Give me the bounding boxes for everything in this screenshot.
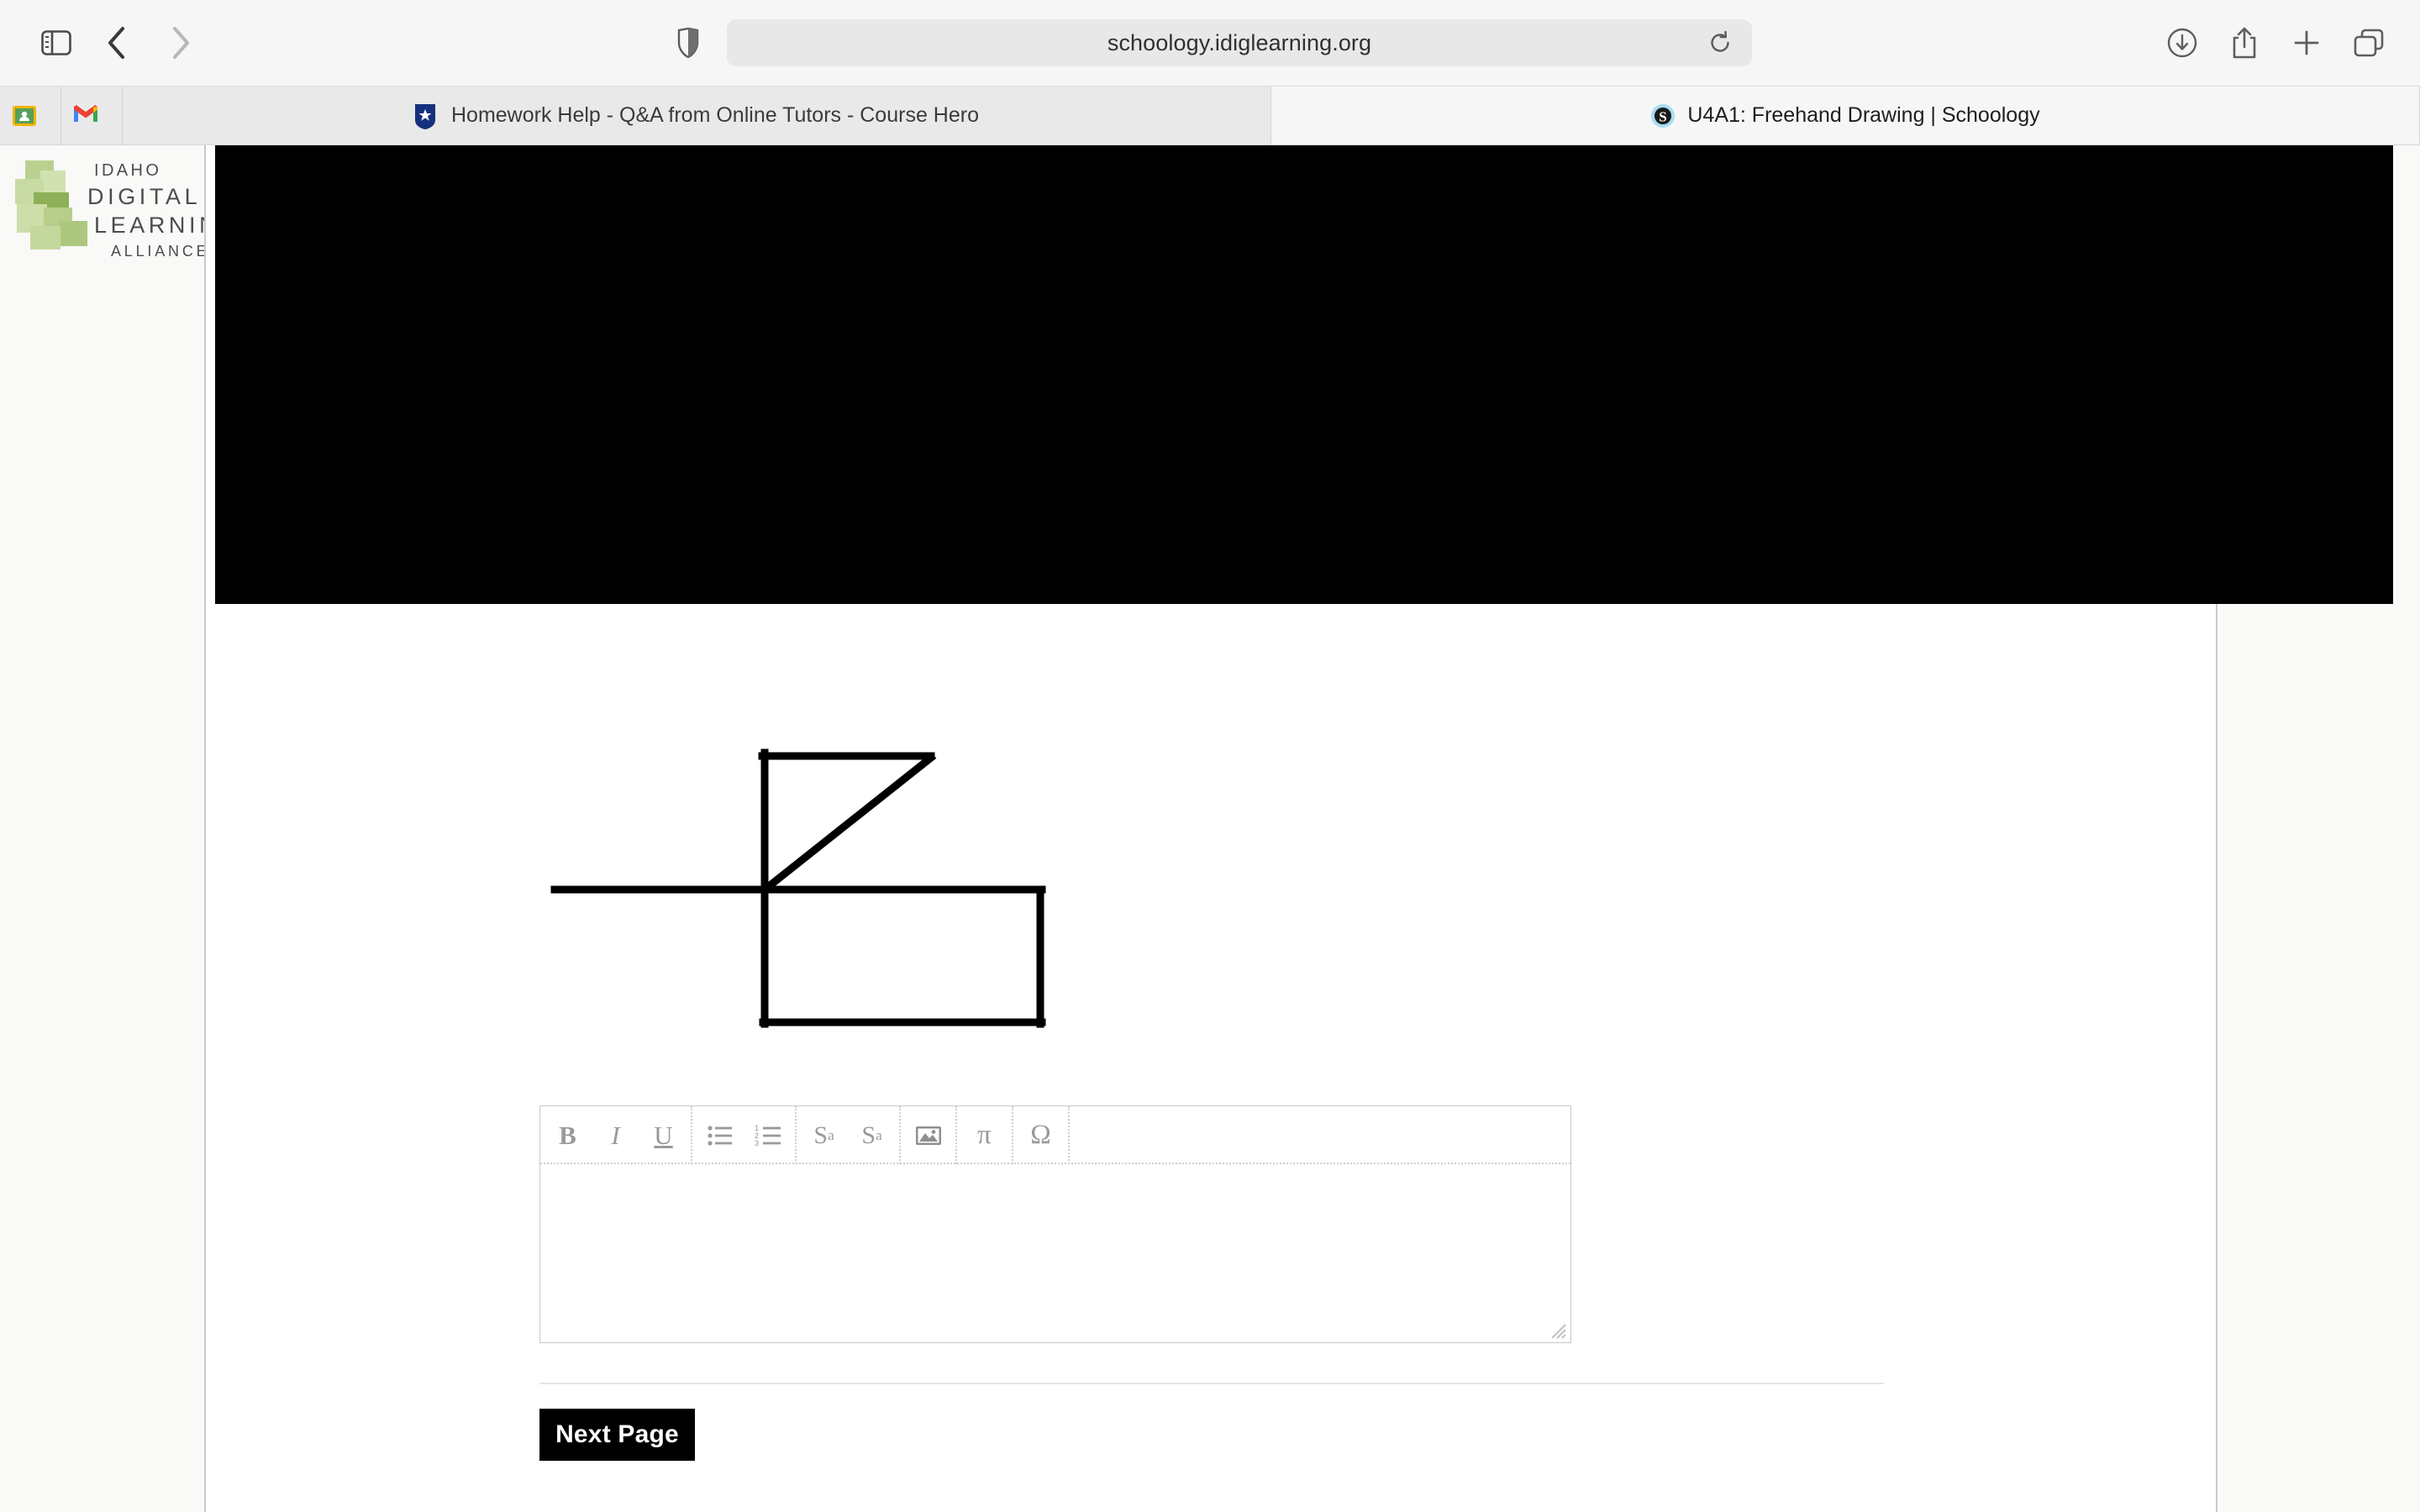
italic-button[interactable]: I: [592, 1107, 639, 1164]
forward-button-icon[interactable]: [151, 17, 210, 69]
svg-text:S: S: [1660, 108, 1667, 124]
bold-button[interactable]: B: [544, 1107, 592, 1164]
tab-label: Homework Help - Q&A from Online Tutors -…: [451, 103, 979, 127]
resize-grip-icon[interactable]: [1547, 1320, 1567, 1340]
tab-label: U4A1: Freehand Drawing | Schoology: [1687, 103, 2040, 127]
insert-image-button[interactable]: [904, 1107, 952, 1164]
page-viewport: IDAHO DIGITAL LEARNING ALLIANCE B I U 1 …: [0, 145, 2420, 1512]
black-occluded-region: [215, 145, 2393, 604]
editor-text-area[interactable]: [539, 1164, 1571, 1343]
insert-equation-button[interactable]: π: [960, 1107, 1008, 1164]
tab-gmail[interactable]: [61, 87, 123, 144]
tab-course-hero[interactable]: Homework Help - Q&A from Online Tutors -…: [123, 87, 1271, 144]
toolbar-right-group: [2156, 17, 2395, 69]
special-character-group: Ω: [1013, 1106, 1070, 1164]
tab-google-classroom[interactable]: [0, 87, 61, 144]
privacy-shield-icon[interactable]: [668, 23, 708, 63]
browser-chrome: schoology.idiglearning.org Homework Help…: [0, 0, 2420, 145]
downloads-icon[interactable]: [2156, 17, 2208, 69]
url-input[interactable]: schoology.idiglearning.org: [727, 19, 1752, 66]
tab-bar: Homework Help - Q&A from Online Tutors -…: [0, 86, 2420, 144]
new-tab-icon[interactable]: [2281, 17, 2333, 69]
section-divider: [539, 1383, 1884, 1384]
script-group: Sa Sa: [797, 1106, 901, 1164]
subscript-button[interactable]: Sa: [848, 1107, 896, 1164]
tab-schoology[interactable]: S U4A1: Freehand Drawing | Schoology: [1271, 87, 2420, 144]
insert-image-group: [901, 1106, 957, 1164]
back-button-icon[interactable]: [87, 17, 146, 69]
browser-toolbar: schoology.idiglearning.org: [0, 0, 2420, 86]
toolbar-filler: [1070, 1106, 1570, 1164]
rich-text-editor: B I U 1 2 3 S a S a π Ω: [539, 1105, 1571, 1343]
share-icon[interactable]: [2218, 17, 2270, 69]
text-format-group: B I U: [540, 1106, 692, 1164]
address-bar-region: schoology.idiglearning.org: [668, 19, 1752, 66]
diagonal-line: [759, 752, 937, 895]
gmail-icon: [73, 103, 98, 129]
idla-logo: IDAHO DIGITAL LEARNING ALLIANCE: [7, 155, 237, 265]
sidebar-toggle-icon[interactable]: [30, 17, 82, 69]
url-text: schoology.idiglearning.org: [1107, 29, 1372, 55]
svg-text:3: 3: [755, 1139, 759, 1147]
course-hero-icon: [414, 103, 439, 129]
bulleted-list-button[interactable]: [696, 1107, 744, 1164]
tab-overview-icon[interactable]: [2343, 17, 2395, 69]
underline-button[interactable]: U: [639, 1107, 687, 1164]
equation-group: π: [957, 1106, 1013, 1164]
list-group: 1 2 3: [692, 1106, 797, 1164]
svg-text:DIGITAL: DIGITAL: [87, 184, 201, 209]
schoology-icon: S: [1650, 103, 1676, 129]
svg-text:IDAHO: IDAHO: [94, 161, 161, 180]
editor-toolbar: B I U 1 2 3 S a S a π Ω: [539, 1105, 1571, 1164]
numbered-list-button[interactable]: 1 2 3: [744, 1107, 792, 1164]
special-character-button[interactable]: Ω: [1017, 1107, 1065, 1164]
toolbar-left-group: [30, 17, 210, 69]
google-classroom-icon: [12, 103, 37, 129]
reload-icon[interactable]: [1703, 26, 1737, 60]
superscript-button[interactable]: Sa: [800, 1107, 848, 1164]
next-page-button[interactable]: Next Page: [539, 1409, 695, 1461]
svg-text:ALLIANCE: ALLIANCE: [111, 243, 209, 260]
